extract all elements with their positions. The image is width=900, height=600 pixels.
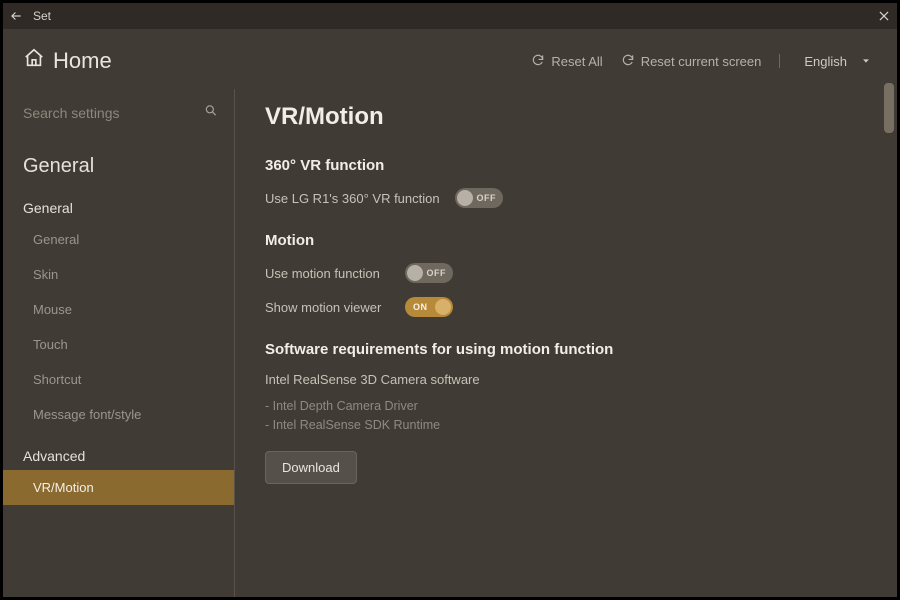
section-motion-title: Motion [265,232,867,249]
language-select[interactable]: English [804,54,871,69]
download-button[interactable]: Download [265,451,357,484]
motion-show-label: Show motion viewer [265,300,405,315]
section-req-title: Software requirements for using motion f… [265,341,867,358]
scrollbar[interactable] [884,83,894,133]
toggle-state: OFF [427,268,447,278]
home-link[interactable]: Home [23,47,112,75]
back-icon[interactable] [9,9,23,23]
sidebar-section-title: General [3,145,234,184]
page-title: VR/Motion [265,103,867,131]
sidebar-item-mouse[interactable]: Mouse [3,292,234,327]
search-input[interactable] [23,99,220,127]
sidebar-item-general[interactable]: General [3,222,234,257]
motion-use-label: Use motion function [265,266,405,281]
window-title: Set [33,9,51,23]
language-label: English [804,54,847,69]
header: Home Reset All Reset current screen Engl… [3,29,897,89]
sidebar-item-touch[interactable]: Touch [3,327,234,362]
search-field[interactable] [23,99,220,127]
sidebar-item-skin[interactable]: Skin [3,257,234,292]
motion-show-toggle[interactable]: ON [405,297,453,317]
sidebar-item-vr-motion[interactable]: VR/Motion [3,470,234,505]
refresh-icon [531,53,545,70]
req-line-2: - Intel RealSense SDK Runtime [265,416,867,435]
refresh-icon [621,53,635,70]
titlebar: Set [3,3,897,29]
sidebar-item-message-font[interactable]: Message font/style [3,397,234,432]
req-list: - Intel Depth Camera Driver - Intel Real… [265,397,867,435]
toggle-knob [457,190,473,206]
vr-row-label: Use LG R1's 360° VR function [265,191,455,206]
home-label: Home [53,48,112,74]
sidebar-group-advanced[interactable]: Advanced [3,432,234,468]
vr-toggle[interactable]: OFF [455,188,503,208]
reset-current-button[interactable]: Reset current screen [621,53,762,70]
close-icon[interactable] [877,9,891,23]
req-subtitle: Intel RealSense 3D Camera software [265,372,867,387]
search-icon[interactable] [204,104,218,123]
toggle-state: OFF [477,193,497,203]
chevron-down-icon [861,54,871,69]
home-icon [23,47,45,75]
sidebar-group-general[interactable]: General [3,184,234,220]
reset-all-button[interactable]: Reset All [531,53,602,70]
motion-use-toggle[interactable]: OFF [405,263,453,283]
section-vr-title: 360° VR function [265,157,867,174]
toggle-knob [407,265,423,281]
toggle-knob [435,299,451,315]
reset-current-label: Reset current screen [641,54,762,69]
separator [779,54,780,68]
reset-all-label: Reset All [551,54,602,69]
sidebar-item-shortcut[interactable]: Shortcut [3,362,234,397]
content: VR/Motion 360° VR function Use LG R1's 3… [235,89,897,597]
toggle-state: ON [413,302,428,312]
req-line-1: - Intel Depth Camera Driver [265,397,867,416]
sidebar: General General General Skin Mouse Touch… [3,89,235,597]
